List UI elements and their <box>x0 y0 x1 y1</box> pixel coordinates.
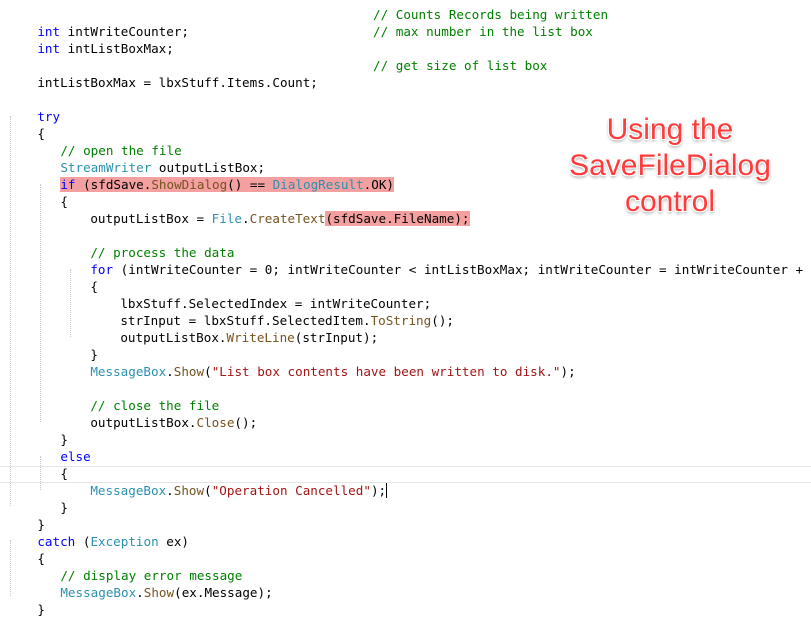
code-comment: // Counts Records being written <box>373 7 609 22</box>
string-literal: "List box contents have been written to … <box>211 364 561 379</box>
code-line[interactable]: } <box>0 499 811 532</box>
code-line[interactable]: for (intWriteCounter = 0; intWriteCounte… <box>0 244 811 277</box>
code-line[interactable]: // display error message <box>0 550 811 583</box>
code-line[interactable]: } <box>0 414 811 447</box>
annotation-line: Using the <box>606 113 734 146</box>
type-name: MessageBox <box>90 364 167 379</box>
code-line[interactable]: MessageBox.Show(ex.Message); <box>0 567 811 600</box>
code-line[interactable]: int intListBoxMax; // max number in the … <box>0 23 811 56</box>
code-line[interactable]: int intWriteCounter; // Counts Records b… <box>0 6 811 39</box>
code-line[interactable]: } <box>0 329 811 362</box>
code-text: outputListBox = <box>90 211 212 226</box>
code-line[interactable]: MessageBox.Show("Operation Cancelled"); <box>0 465 811 498</box>
annotation-line: SaveFileDialog <box>569 149 771 182</box>
code-line[interactable]: { <box>0 261 811 294</box>
code-line[interactable]: { <box>0 448 811 481</box>
code-editor[interactable]: int intWriteCounter; // Counts Records b… <box>0 0 811 617</box>
code-line[interactable]: } <box>0 482 811 515</box>
code-line[interactable]: else <box>0 431 811 464</box>
keyword: int <box>37 41 61 56</box>
method-name: CreateText <box>249 211 326 226</box>
code-text: ( <box>204 364 212 379</box>
code-line[interactable]: // process the data <box>0 227 811 260</box>
code-line[interactable]: } <box>0 584 811 617</box>
code-comment: // max number in the list box <box>373 24 593 39</box>
code-line[interactable]: outputListBox.WriteLine(strInput); <box>0 312 811 345</box>
annotation-line: control <box>624 185 716 218</box>
code-line[interactable]: // close the file <box>0 380 811 413</box>
code-text: intListBoxMax; <box>60 41 174 56</box>
code-line[interactable]: intListBoxMax = lbxStuff.Items.Count; //… <box>0 57 811 90</box>
code-text: . <box>242 211 250 226</box>
method-name: Show <box>173 364 205 379</box>
code-text: ); <box>560 364 576 379</box>
brace: } <box>37 602 45 617</box>
code-text: . <box>166 364 174 379</box>
code-line[interactable]: lbxStuff.SelectedIndex = intWriteCounter… <box>0 278 811 311</box>
code-line[interactable]: { <box>0 533 811 566</box>
code-text: intListBoxMax = lbxStuff.Items.Count; <box>37 75 318 90</box>
code-line[interactable]: strInput = lbxStuff.SelectedItem.ToStrin… <box>0 295 811 328</box>
code-line[interactable]: try <box>0 91 811 124</box>
code-comment: // get size of list box <box>373 58 548 73</box>
annotation-callout: Using the SaveFileDialog control <box>555 112 785 220</box>
code-line[interactable]: catch (Exception ex) <box>0 516 811 549</box>
type-name: File <box>211 211 243 226</box>
code-line[interactable]: MessageBox.Show("List box contents have … <box>0 346 811 379</box>
code-line[interactable]: outputListBox.Close(); <box>0 397 811 430</box>
highlighted-code: (sfdSave.FileName); <box>325 211 470 226</box>
